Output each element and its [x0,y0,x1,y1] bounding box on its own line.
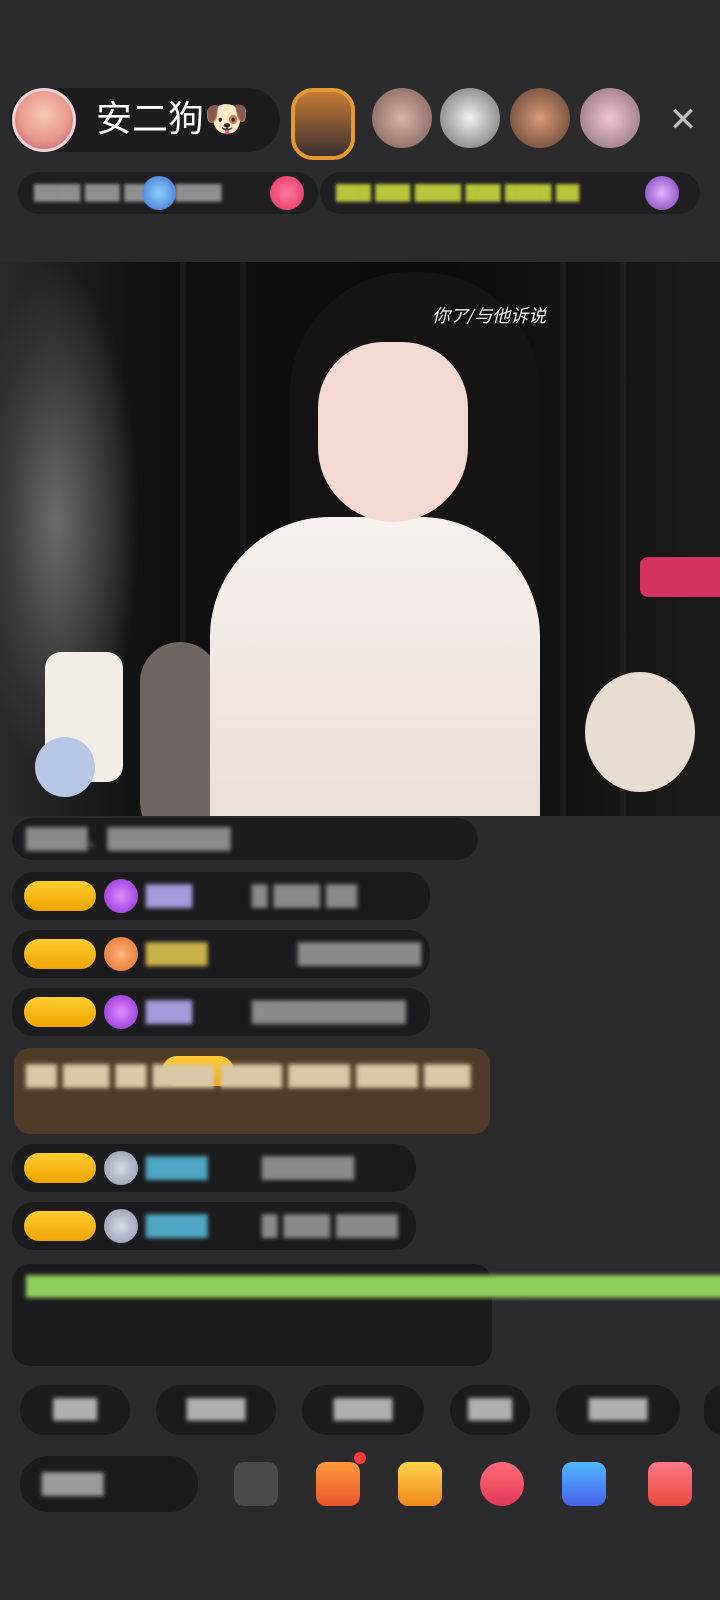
quick-reply-chip[interactable]: ███ [450,1385,530,1435]
viewer-avatar[interactable] [580,88,640,148]
emoji-icon[interactable] [234,1462,278,1506]
room-tags-text: ███ ███ ████ ███ ████ ██ [336,184,580,202]
chat-input[interactable]: ████ [20,1456,198,1512]
chat-message[interactable]: ███ █ ███ ██ [12,872,430,920]
chat-message[interactable]: ████ ██████ [12,1144,416,1192]
quick-reply-chip[interactable] [704,1385,720,1435]
notification-dot [354,1452,366,1464]
neon-sign [640,557,720,597]
diamond-icon [104,879,138,913]
gift-badge-icon[interactable] [645,176,679,210]
quick-reply-chip[interactable]: ████ [156,1385,276,1435]
rank-icon [142,176,176,210]
level-badge [24,1211,96,1241]
mascot-icon [35,737,95,797]
room-notice: ████████████████████████████████████████… [12,1264,720,1366]
quick-reply-chip[interactable]: ███ [20,1385,130,1435]
streamer-name: 安二狗🐶 [96,99,249,140]
close-icon[interactable]: ✕ [665,102,701,138]
viewer-avatar[interactable] [510,88,570,148]
ball-lamp [585,672,695,792]
diamond-icon [104,995,138,1029]
level-badge [24,1153,96,1183]
streamer-body [210,517,540,816]
quick-reply-chip[interactable]: ████ [556,1385,680,1435]
chat-message[interactable]: ███ ██████████ [12,988,430,1036]
user-avatar-icon [104,1209,138,1243]
lucky-bag-icon[interactable] [480,1462,524,1506]
streamer-face [318,342,468,522]
gift-icon[interactable] [398,1462,442,1506]
chat-system-line: ████、████████ [12,818,478,860]
more-gifts-icon[interactable] [648,1462,692,1506]
user-avatar-icon [104,1151,138,1185]
shop-icon[interactable] [316,1462,360,1506]
chat-message[interactable]: ████ █ ███ ████ [12,1202,416,1250]
viewer-avatar[interactable] [372,88,432,148]
level-badge [24,997,96,1027]
game-icon[interactable] [562,1462,606,1506]
quick-reply-chip[interactable]: ████ [302,1385,424,1435]
video-caption: 你ア/与他诉说 [432,306,547,327]
level-badge [24,939,96,969]
chat-message[interactable]: ████ ████████ [12,930,430,978]
badge-icon [104,937,138,971]
heart-icon[interactable] [270,176,304,210]
level-badge [24,881,96,911]
highlight-message[interactable]: ██ ███ ██ ████ ████ ████ ████ ███ [14,1048,490,1134]
chair [140,642,220,816]
streamer-avatar[interactable] [12,88,76,152]
top-viewer-avatar[interactable] [291,88,355,160]
live-video[interactable]: 你ア/与他诉说 [0,262,720,816]
room-tags-bar[interactable]: ███ ███ ████ ███ ████ ██ [320,172,700,214]
viewer-avatar[interactable] [440,88,500,148]
